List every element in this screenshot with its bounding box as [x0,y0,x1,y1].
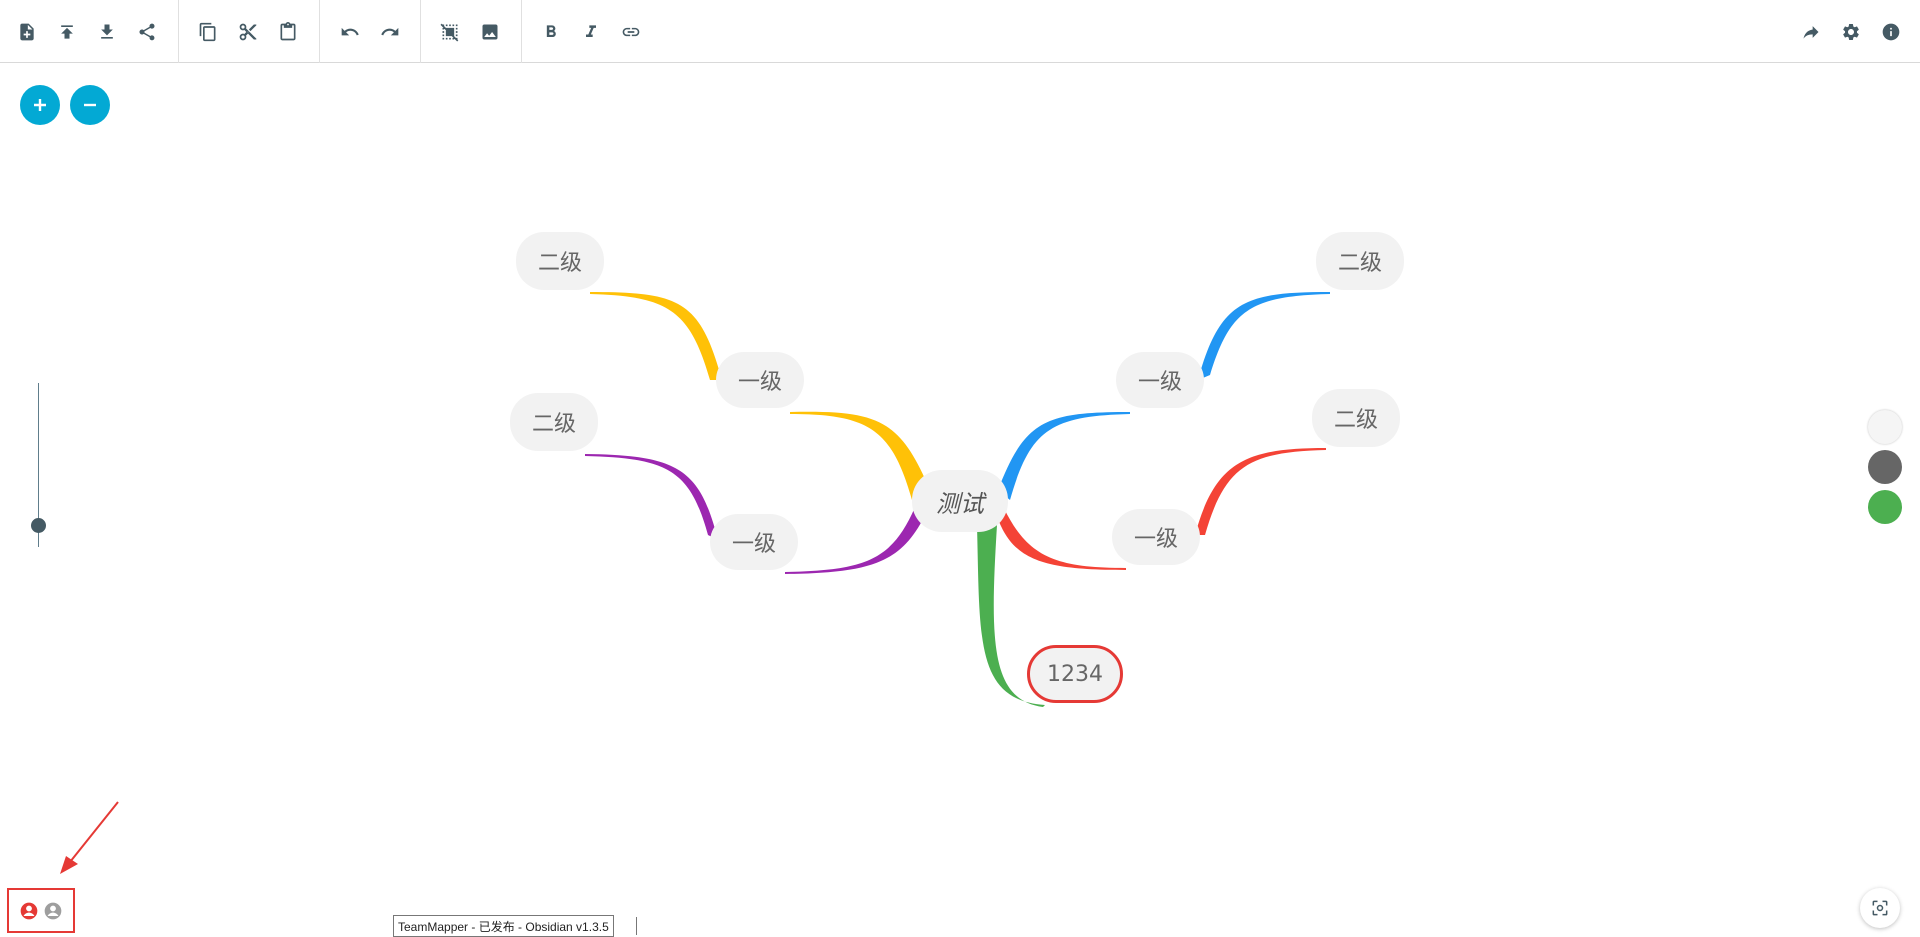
node-level1-selected[interactable]: 1234 [1027,645,1123,703]
status-tooltip-text: TeamMapper - 已发布 - Obsidian v1.3.5 [398,919,609,934]
root-node-label: 测试 [936,489,984,518]
node-level1[interactable]: 一级 [1112,509,1200,565]
node-label: 一级 [731,532,776,557]
branch-connector-red [995,500,1126,570]
node-level2[interactable]: 二级 [510,393,598,451]
sub-connector-red [1195,448,1326,535]
node-level2[interactable]: 二级 [1312,389,1400,447]
sub-connector-purple [585,454,718,540]
user-active-icon[interactable] [19,901,39,921]
branch-connector-yellow [790,411,930,500]
root-node[interactable]: 测试 [912,470,1008,532]
node-label: 一级 [737,370,782,395]
center-view-button[interactable] [1860,888,1900,928]
node-label: 二级 [1333,408,1378,433]
node-level2[interactable]: 二级 [516,232,604,290]
node-label: 1234 [1047,661,1103,687]
branch-connector-blue [998,412,1130,500]
branch-connectors [585,292,1330,707]
sub-connector-yellow [590,292,722,380]
branch-connector-purple [785,495,930,574]
color-swatch-gray[interactable] [1868,450,1902,484]
node-label: 一级 [1133,527,1178,552]
connected-users [7,888,75,933]
sub-connector-blue [1198,292,1330,380]
mind-map-canvas: 测试 一级 二级 一级 二级 一级 二级 一级 二级 1234 [0,0,1920,937]
node-label: 二级 [537,251,582,276]
focus-icon [1872,900,1888,916]
user-icon[interactable] [43,901,63,921]
status-tooltip-edge [636,917,637,935]
node-level1[interactable]: 一级 [1116,352,1204,408]
color-swatch-light[interactable] [1868,410,1902,444]
status-tooltip: TeamMapper - 已发布 - Obsidian v1.3.5 [393,915,614,937]
node-label: 一级 [1137,370,1182,395]
color-swatch-green[interactable] [1868,490,1902,524]
node-level2[interactable]: 二级 [1316,232,1404,290]
node-level1[interactable]: 一级 [710,514,798,570]
node-level1[interactable]: 一级 [716,352,804,408]
node-label: 二级 [531,412,576,437]
node-label: 二级 [1337,251,1382,276]
